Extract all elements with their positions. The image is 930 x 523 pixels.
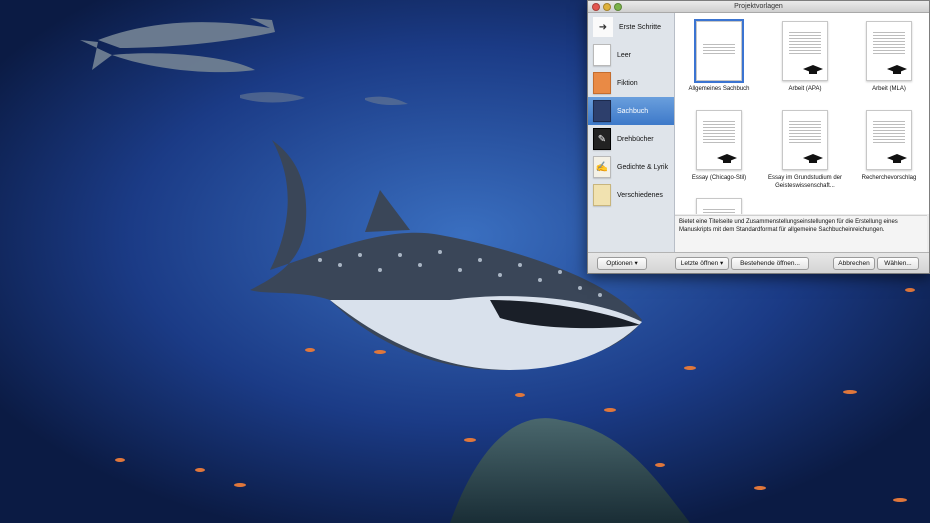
close-window-button[interactable] xyxy=(592,3,600,11)
project-templates-window: Projektvorlagen ➜ Erste Schritte Leer Fi… xyxy=(587,0,930,274)
template-label: Allgemeines Sachbuch xyxy=(688,86,750,92)
sidebar-item-leer[interactable]: Leer xyxy=(588,41,674,69)
sidebar-item-label: Drehbücher xyxy=(617,135,654,143)
sidebar-item-label: Sachbuch xyxy=(617,107,649,115)
template-grid: Allgemeines Sachbuch Arbeit (APA) Arbeit… xyxy=(675,13,929,214)
template-preview xyxy=(866,21,912,81)
template-description: Bietet eine Titelseite und Zusammenstell… xyxy=(675,215,927,252)
arrow-icon: ➜ xyxy=(593,17,613,37)
template-label: Arbeit (MLA) xyxy=(872,86,906,92)
sidebar-item-label: Gedichte & Lyrik xyxy=(617,163,669,171)
chevron-down-icon: ▾ xyxy=(634,260,638,267)
template-label: Recherchevorschlag xyxy=(861,175,917,181)
template-preview xyxy=(782,110,828,170)
sidebar-item-fiktion[interactable]: Fiktion xyxy=(588,69,674,97)
books-icon xyxy=(593,100,611,122)
sidebar-item-erste-schritte[interactable]: ➜ Erste Schritte xyxy=(588,13,674,41)
mortarboard-icon xyxy=(803,65,823,74)
template-preview xyxy=(696,198,742,214)
options-label: Optionen xyxy=(606,260,633,267)
choose-button[interactable]: Wählen... xyxy=(877,257,919,270)
template-tile-essay-grundstudium[interactable]: Essay im Grundstudium der Geisteswissens… xyxy=(763,110,847,190)
window-title: Projektvorlagen xyxy=(734,3,783,10)
template-preview xyxy=(866,110,912,170)
template-tile-arbeit-mla[interactable]: Arbeit (MLA) xyxy=(847,21,929,93)
sidebar-item-gedichte[interactable]: ✍ Gedichte & Lyrik xyxy=(588,153,674,181)
template-label: Essay (Chicago-Stil) xyxy=(691,175,747,181)
template-tile-essay-chicago[interactable]: Essay (Chicago-Stil) xyxy=(677,110,761,182)
blank-page-icon xyxy=(593,44,611,66)
template-tile-more[interactable] xyxy=(677,198,761,214)
minimize-window-button[interactable] xyxy=(603,3,611,11)
sidebar-item-label: Leer xyxy=(617,51,632,59)
template-tile-arbeit-apa[interactable]: Arbeit (APA) xyxy=(763,21,847,93)
mortarboard-icon xyxy=(717,154,737,163)
cancel-button[interactable]: Abbrechen xyxy=(833,257,875,270)
open-existing-button[interactable]: Bestehende öffnen... xyxy=(731,257,809,270)
window-titlebar[interactable]: Projektvorlagen xyxy=(588,1,929,13)
mortarboard-icon xyxy=(887,154,907,163)
template-label: Arbeit (APA) xyxy=(788,86,822,92)
options-button[interactable]: Optionen ▾ xyxy=(597,257,647,270)
template-preview xyxy=(694,19,744,83)
template-preview xyxy=(782,21,828,81)
sidebar-item-sachbuch[interactable]: Sachbuch xyxy=(588,97,674,125)
template-tile-recherchevorschlag[interactable]: Recherchevorschlag xyxy=(847,110,929,182)
template-category-sidebar: ➜ Erste Schritte Leer Fiktion Sachbuch ✎… xyxy=(588,13,675,252)
zoom-window-button[interactable] xyxy=(614,3,622,11)
template-preview xyxy=(696,110,742,170)
sidebar-item-label: Erste Schritte xyxy=(619,23,662,31)
recent-label: Letzte öffnen xyxy=(680,260,719,267)
misc-icon xyxy=(593,184,611,206)
fiction-icon xyxy=(593,72,611,94)
mortarboard-icon xyxy=(887,65,907,74)
sidebar-item-label: Fiktion xyxy=(617,79,638,87)
sidebar-item-label: Verschiedenes xyxy=(617,191,663,199)
mortarboard-icon xyxy=(803,154,823,163)
clapperboard-icon: ✎ xyxy=(593,128,611,150)
poem-icon: ✍ xyxy=(593,156,611,178)
chevron-down-icon: ▾ xyxy=(720,260,724,267)
window-bottom-bar: Optionen ▾ Letzte öffnen ▾ Bestehende öf… xyxy=(588,252,929,273)
sidebar-item-verschiedenes[interactable]: Verschiedenes xyxy=(588,181,674,209)
recent-button[interactable]: Letzte öffnen ▾ xyxy=(675,257,729,270)
template-tile-allgemeines-sachbuch[interactable]: Allgemeines Sachbuch xyxy=(677,19,761,93)
template-label: Essay im Grundstudium der Geisteswissens… xyxy=(767,175,843,189)
sidebar-item-drehbuecher[interactable]: ✎ Drehbücher xyxy=(588,125,674,153)
